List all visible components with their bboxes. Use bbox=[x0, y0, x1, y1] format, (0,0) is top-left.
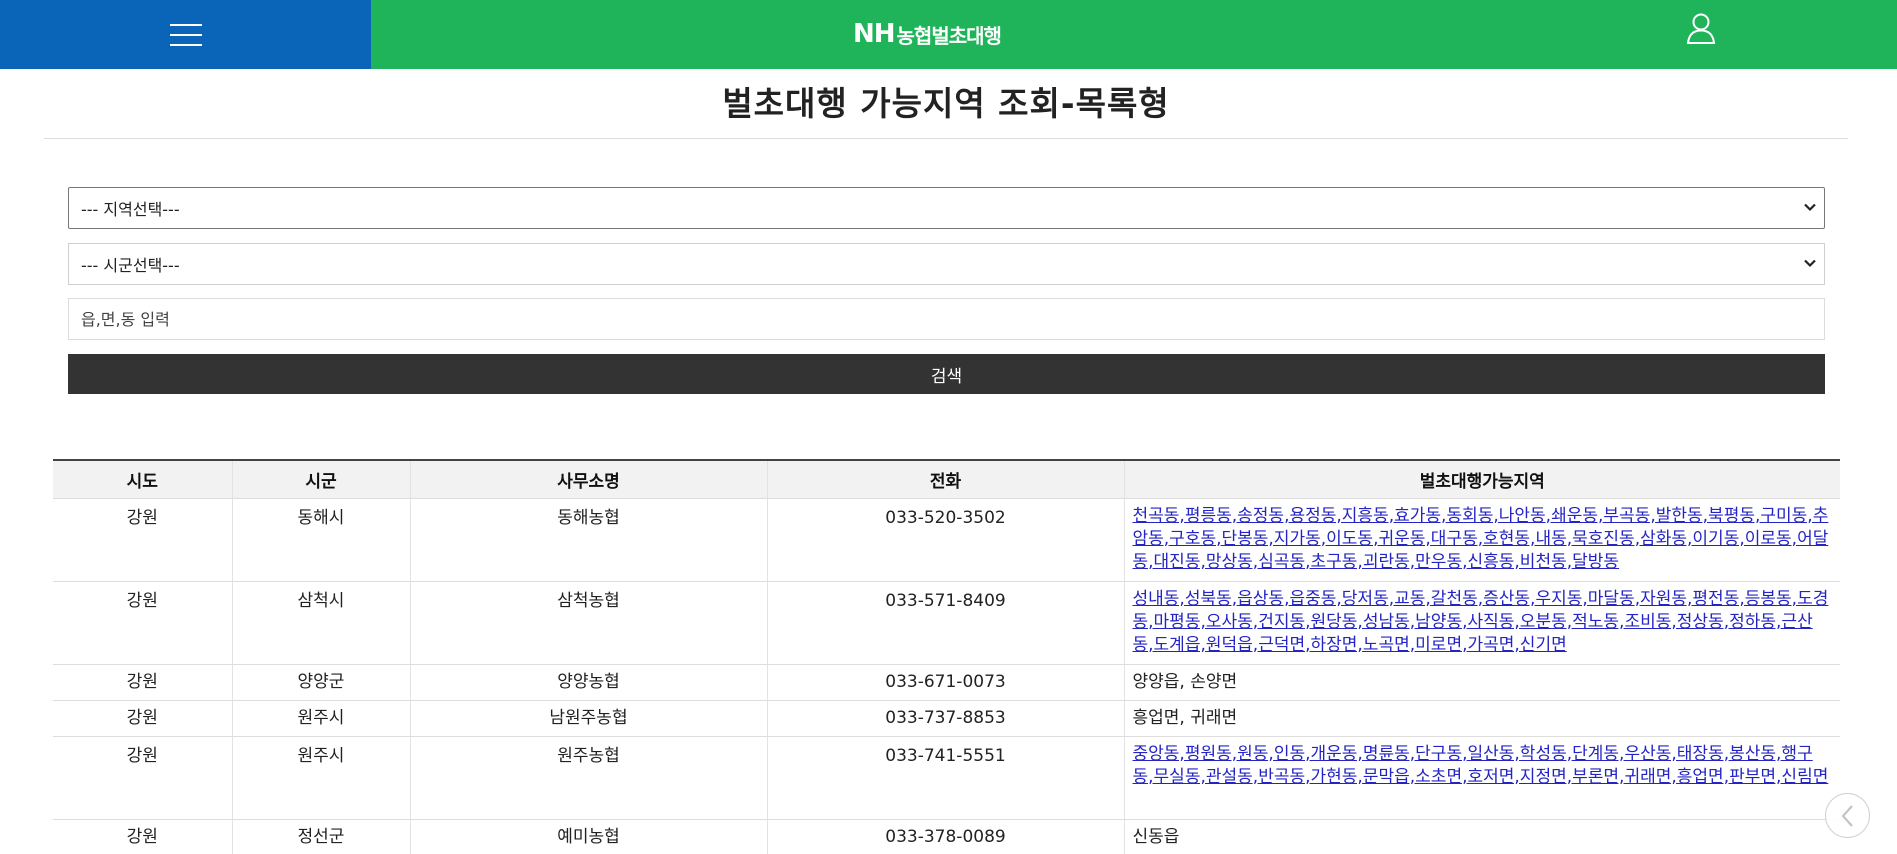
cell-sigun: 원주시 bbox=[231, 736, 410, 820]
cell-areas: 신동읍 bbox=[1123, 819, 1840, 854]
page-title: 벌초대행 가능지역 조회-목록형 bbox=[722, 84, 1170, 123]
result-table: 시도 시군 사무소명 전화 벌초대행가능지역 강원 동해시 동해농협 033-5… bbox=[53, 459, 1840, 854]
cell-phone: 033-520-3502 bbox=[766, 498, 1124, 582]
cell-phone: 033-737-8853 bbox=[766, 700, 1124, 737]
cell-sigun: 동해시 bbox=[231, 498, 410, 582]
scroll-back-button[interactable] bbox=[1825, 793, 1870, 838]
brand-logo-name: 농협벌초대행 bbox=[896, 23, 1002, 48]
header-areas: 벌초대행가능지역 bbox=[1123, 460, 1840, 499]
cell-sido: 강원 bbox=[53, 664, 232, 701]
cell-phone: 033-571-8409 bbox=[766, 581, 1124, 665]
cell-areas: 흥업면, 귀래면 bbox=[1123, 700, 1840, 737]
cell-sido: 강원 bbox=[53, 581, 232, 665]
user-icon[interactable] bbox=[1686, 12, 1716, 44]
town-input[interactable] bbox=[68, 298, 1825, 340]
cell-office: 예미농협 bbox=[409, 819, 767, 854]
hamburger-menu-icon[interactable] bbox=[169, 23, 202, 46]
cell-sigun: 정선군 bbox=[231, 819, 410, 854]
cell-areas: 천곡동,평릉동,송정동,용정동,지흥동,효가동,동회동,나안동,쇄운동,부곡동,… bbox=[1123, 498, 1840, 582]
table-row: 강원 정선군 예미농협 033-378-0089 신동읍 bbox=[53, 819, 1840, 854]
table-row: 강원 원주시 원주농협 033-741-5551 중앙동,평원동,원동,인동,개… bbox=[53, 736, 1840, 820]
region-select[interactable]: --- 지역선택--- bbox=[68, 187, 1825, 229]
header-sido: 시도 bbox=[53, 460, 232, 499]
cell-sigun: 삼척시 bbox=[231, 581, 410, 665]
table-header-row: 시도 시군 사무소명 전화 벌초대행가능지역 bbox=[53, 460, 1840, 499]
brand-logo[interactable]: NH 농협벌초대행 bbox=[853, 14, 1002, 54]
cell-sigun: 원주시 bbox=[231, 700, 410, 737]
cell-sido: 강원 bbox=[53, 736, 232, 820]
search-button[interactable]: 검색 bbox=[68, 354, 1825, 394]
cell-phone: 033-378-0089 bbox=[766, 819, 1124, 854]
cell-sido: 강원 bbox=[53, 498, 232, 582]
region-select-value: --- 지역선택--- bbox=[81, 200, 180, 219]
cell-sigun: 양양군 bbox=[231, 664, 410, 701]
top-navbar: NH 농협벌초대행 bbox=[0, 0, 1897, 69]
cell-sido: 강원 bbox=[53, 700, 232, 737]
cell-sido: 강원 bbox=[53, 819, 232, 854]
cell-areas: 양양읍, 손양면 bbox=[1123, 664, 1840, 701]
header-phone: 전화 bbox=[766, 460, 1124, 499]
cell-phone: 033-671-0073 bbox=[766, 664, 1124, 701]
chevron-down-icon bbox=[1804, 259, 1816, 268]
chevron-down-icon bbox=[1804, 203, 1816, 212]
cell-office: 삼척농협 bbox=[409, 581, 767, 665]
cell-phone: 033-741-5551 bbox=[766, 736, 1124, 820]
table-row: 강원 양양군 양양농협 033-671-0073 양양읍, 손양면 bbox=[53, 664, 1840, 701]
area-link[interactable]: 천곡동,평릉동,송정동,용정동,지흥동,효가동,동회동,나안동,쇄운동,부곡동,… bbox=[1133, 506, 1829, 572]
cell-areas: 성내동,성북동,읍상동,읍중동,당저동,교동,갈천동,증산동,우지동,마달동,자… bbox=[1123, 581, 1840, 665]
area-link[interactable]: 중앙동,평원동,원동,인동,개운동,명륜동,단구동,일산동,학성동,단계동,우산… bbox=[1133, 744, 1829, 787]
menu-panel bbox=[0, 0, 371, 69]
brand-logo-nh: NH bbox=[853, 19, 896, 49]
chevron-left-icon bbox=[1841, 804, 1853, 827]
cell-areas: 중앙동,평원동,원동,인동,개운동,명륜동,단구동,일산동,학성동,단계동,우산… bbox=[1123, 736, 1840, 820]
header-office: 사무소명 bbox=[409, 460, 767, 499]
title-divider bbox=[44, 138, 1848, 139]
table-row: 강원 원주시 남원주농협 033-737-8853 흥업면, 귀래면 bbox=[53, 700, 1840, 737]
header-sigun: 시군 bbox=[231, 460, 410, 499]
cell-office: 양양농협 bbox=[409, 664, 767, 701]
city-select[interactable]: --- 시군선택--- bbox=[68, 243, 1825, 285]
cell-office: 동해농협 bbox=[409, 498, 767, 582]
cell-office: 남원주농협 bbox=[409, 700, 767, 737]
cell-office: 원주농협 bbox=[409, 736, 767, 820]
city-select-value: --- 시군선택--- bbox=[81, 256, 180, 275]
area-link[interactable]: 성내동,성북동,읍상동,읍중동,당저동,교동,갈천동,증산동,우지동,마달동,자… bbox=[1133, 589, 1829, 655]
table-row: 강원 삼척시 삼척농협 033-571-8409 성내동,성북동,읍상동,읍중동… bbox=[53, 581, 1840, 665]
table-row: 강원 동해시 동해농협 033-520-3502 천곡동,평릉동,송정동,용정동… bbox=[53, 498, 1840, 582]
